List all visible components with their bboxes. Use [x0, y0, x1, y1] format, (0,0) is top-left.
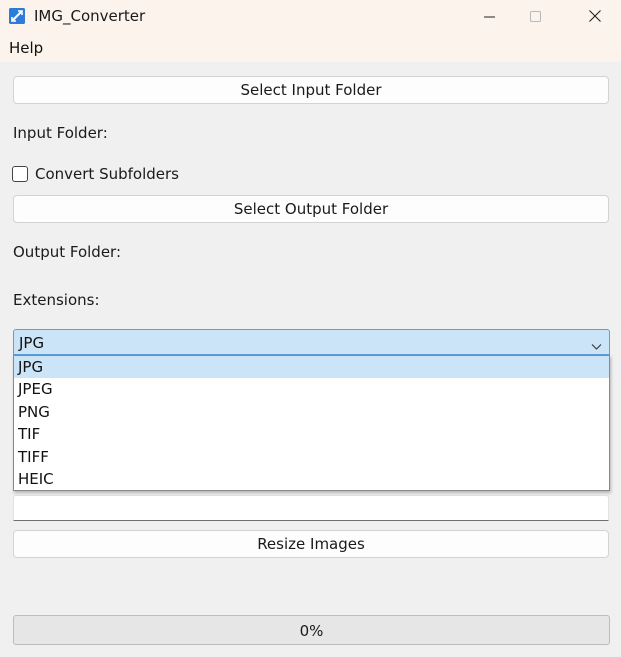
select-output-folder-button[interactable]: Select Output Folder	[13, 195, 609, 223]
chevron-down-icon	[591, 337, 602, 355]
select-input-folder-button[interactable]: Select Input Folder	[13, 76, 609, 104]
text-input-field[interactable]	[13, 495, 609, 521]
extension-option-jpg[interactable]: JPG	[14, 356, 609, 379]
extensions-label: Extensions:	[13, 291, 100, 309]
extension-option-jpeg[interactable]: JPEG	[14, 378, 609, 400]
minimize-icon	[483, 8, 495, 26]
extension-option-png[interactable]: PNG	[14, 401, 609, 423]
menu-bar: Help	[0, 33, 621, 62]
title-bar[interactable]: IMG_Converter	[0, 0, 621, 33]
app-window: IMG_Converter Help Select Input Folder I…	[0, 0, 621, 657]
app-icon	[9, 8, 25, 24]
maximize-button[interactable]	[512, 0, 558, 33]
extension-option-tif[interactable]: TIF	[14, 423, 609, 445]
output-folder-label: Output Folder:	[13, 243, 122, 261]
resize-images-button[interactable]: Resize Images	[13, 530, 609, 558]
close-icon	[589, 8, 601, 26]
input-folder-label: Input Folder:	[13, 124, 108, 142]
menu-item-help[interactable]: Help	[9, 39, 43, 57]
progress-bar: 0%	[13, 615, 610, 645]
extensions-combobox[interactable]: JPG	[13, 329, 610, 355]
convert-subfolders-label[interactable]: Convert Subfolders	[35, 165, 179, 183]
convert-subfolders-row[interactable]: Convert Subfolders	[12, 164, 179, 184]
maximize-icon	[529, 8, 541, 26]
progress-label: 0%	[299, 622, 324, 640]
convert-subfolders-checkbox[interactable]	[12, 166, 28, 182]
window-title: IMG_Converter	[34, 7, 146, 25]
minimize-button[interactable]	[466, 0, 512, 33]
extension-option-tiff[interactable]: TIFF	[14, 446, 609, 468]
extensions-selected-value: JPG	[19, 334, 45, 352]
extensions-dropdown-list: JPG JPEG PNG TIF TIFF HEIC	[13, 355, 610, 491]
close-button[interactable]	[572, 0, 618, 33]
extension-option-heic[interactable]: HEIC	[14, 468, 609, 490]
